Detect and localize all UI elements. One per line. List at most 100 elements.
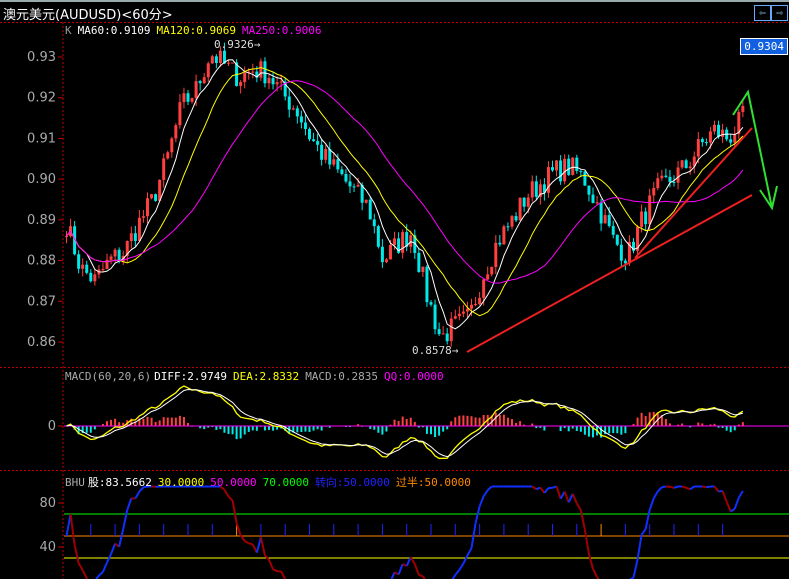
candle-body bbox=[526, 197, 530, 207]
candle-body bbox=[656, 178, 660, 188]
candle-body bbox=[676, 167, 680, 183]
bhu-half-label: 过半:50.0000 bbox=[395, 476, 471, 489]
candle-body bbox=[417, 252, 421, 272]
candle-body bbox=[514, 216, 518, 221]
candle bbox=[109, 254, 113, 265]
candle bbox=[421, 266, 425, 277]
candle bbox=[534, 175, 538, 200]
low-marker: 0.8578→ bbox=[412, 344, 459, 357]
candle bbox=[368, 196, 372, 220]
candle bbox=[445, 327, 449, 345]
candle bbox=[101, 262, 105, 273]
bhu-stock-label: 股:83.5662 bbox=[87, 476, 152, 489]
candle-body bbox=[324, 149, 328, 160]
candle-body bbox=[506, 226, 510, 228]
bhu-line-segment bbox=[555, 486, 562, 500]
candle-body bbox=[599, 202, 603, 224]
candle bbox=[514, 212, 518, 223]
candle bbox=[615, 234, 619, 247]
candle-body bbox=[202, 77, 206, 84]
bhu-line-segment bbox=[280, 570, 287, 579]
candle-body bbox=[113, 249, 117, 257]
candle-body bbox=[441, 333, 445, 335]
candle-body bbox=[559, 160, 563, 182]
bhu-line-segment bbox=[482, 489, 489, 497]
candle-body bbox=[700, 139, 704, 143]
bhu-line-segment bbox=[77, 562, 84, 571]
candle bbox=[162, 153, 166, 188]
candle-body bbox=[303, 122, 307, 130]
candle bbox=[518, 197, 522, 221]
candle bbox=[154, 193, 158, 202]
qq-label: QQ:0.0000 bbox=[384, 370, 444, 383]
candle-body bbox=[684, 160, 688, 169]
bhu-line-segment bbox=[571, 493, 578, 504]
bhu-line-segment bbox=[259, 536, 266, 556]
bhu-line-segment bbox=[268, 559, 274, 570]
candle-body bbox=[328, 149, 332, 165]
candle-body bbox=[231, 62, 235, 64]
candle bbox=[425, 264, 429, 307]
y-tick-label: 0.92 bbox=[27, 91, 56, 106]
dea-label: DEA:2.8332 bbox=[232, 370, 300, 383]
candle-body bbox=[461, 311, 465, 314]
candle-body bbox=[85, 264, 89, 273]
candle bbox=[295, 105, 299, 124]
candle bbox=[146, 192, 149, 224]
bhu-line-segment bbox=[531, 485, 537, 491]
candle-body bbox=[482, 279, 486, 298]
bhu-line-segment bbox=[657, 486, 663, 493]
bhu-line-segment bbox=[69, 513, 76, 545]
candle-body bbox=[141, 216, 145, 218]
candle bbox=[551, 160, 554, 172]
bhu-line-segment bbox=[652, 490, 659, 499]
high-marker: 0.9326→ bbox=[214, 38, 261, 51]
candle bbox=[441, 326, 445, 335]
candle bbox=[210, 54, 214, 64]
ma120-label: MA120:0.9069 bbox=[156, 24, 236, 37]
candle bbox=[202, 73, 206, 85]
candle bbox=[474, 297, 478, 307]
candle-body bbox=[384, 259, 388, 263]
candle bbox=[352, 183, 356, 192]
candle bbox=[186, 90, 190, 106]
candle bbox=[251, 63, 255, 79]
candle-body bbox=[518, 197, 522, 221]
candle-body bbox=[162, 158, 166, 180]
candle bbox=[429, 300, 433, 307]
candle bbox=[231, 62, 235, 64]
bhu-line-segment bbox=[640, 528, 647, 536]
bhu-line-segment bbox=[231, 500, 238, 524]
candle bbox=[591, 187, 595, 204]
candle bbox=[170, 136, 174, 158]
bhu-line-segment bbox=[122, 509, 129, 530]
ma250-label: MA250:0.9006 bbox=[241, 24, 322, 37]
candle-body bbox=[571, 157, 575, 175]
candle bbox=[490, 266, 494, 277]
candle bbox=[324, 144, 328, 164]
bhu-line-segment bbox=[669, 485, 675, 489]
bhu-line-segment bbox=[474, 506, 481, 524]
candle bbox=[190, 97, 194, 104]
candle bbox=[502, 224, 506, 245]
y-tick-label: 0.93 bbox=[27, 50, 56, 65]
y-tick-label: 0 bbox=[48, 419, 56, 434]
bhu-line-segment bbox=[721, 490, 728, 503]
bhu-line-segment bbox=[244, 540, 250, 545]
candle-body bbox=[717, 124, 721, 137]
candle-body bbox=[591, 194, 595, 203]
candle-body bbox=[668, 176, 672, 182]
candle-body bbox=[129, 233, 133, 242]
candle-body bbox=[154, 194, 158, 201]
candle bbox=[433, 299, 437, 335]
candle-body bbox=[551, 167, 554, 171]
candle-body bbox=[312, 139, 316, 142]
candle-body bbox=[486, 274, 490, 280]
candle-body bbox=[146, 198, 149, 217]
candle bbox=[291, 105, 295, 111]
candle bbox=[652, 181, 656, 204]
bhu-line-segment bbox=[235, 522, 242, 536]
candle-body bbox=[522, 197, 526, 207]
candle bbox=[150, 193, 154, 200]
bhu-line-segment bbox=[73, 544, 80, 564]
